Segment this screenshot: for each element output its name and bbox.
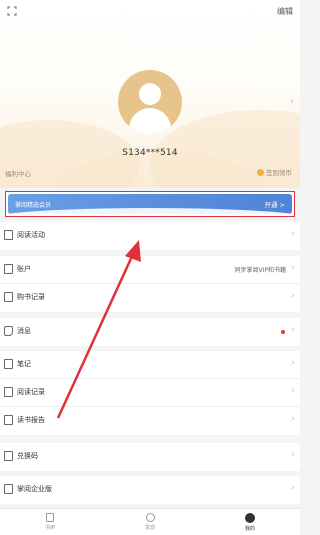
chevron-right-icon: › bbox=[291, 386, 295, 396]
menu-item-messages[interactable]: 消息 › bbox=[0, 318, 300, 346]
chevron-right-icon: › bbox=[291, 291, 295, 301]
menu-group-account: 账户 同步掌阅VIP和书籍 › 购书记录 › bbox=[0, 256, 300, 312]
chevron-right-icon: › bbox=[291, 263, 295, 273]
account-subtitle: 同步掌阅VIP和书籍 bbox=[234, 267, 287, 274]
chevron-right-icon[interactable]: › bbox=[290, 96, 294, 107]
menu-group-enterprise: 掌阅企业版 › bbox=[0, 476, 300, 504]
menu-label: 兑换码 bbox=[17, 452, 38, 460]
menu-label: 读书报告 bbox=[17, 416, 45, 424]
menu-group-messages: 消息 › bbox=[0, 318, 300, 346]
menu-item-notes[interactable]: 笔记 › bbox=[0, 351, 300, 379]
bottom-tab-bar: 书架 发现 我的 bbox=[0, 508, 300, 535]
message-icon bbox=[4, 326, 13, 336]
menu-group-reading: 笔记 › 阅读记录 › 读书报告 › bbox=[0, 351, 300, 435]
chevron-right-icon: › bbox=[291, 325, 295, 335]
tab-bookshelf[interactable]: 书架 bbox=[0, 509, 100, 535]
menu-item-purchase-records[interactable]: 购书记录 › bbox=[0, 284, 300, 312]
vip-label: 掌阅精选会员 bbox=[15, 202, 52, 209]
tab-label: 我的 bbox=[244, 526, 255, 532]
menu-label: 阅读记录 bbox=[17, 388, 45, 396]
welfare-center-link[interactable]: 福利中心 bbox=[5, 168, 31, 178]
compass-icon bbox=[145, 513, 155, 522]
profile-icon bbox=[245, 513, 255, 523]
avatar-body-shape bbox=[129, 108, 171, 134]
menu-item-reading-activity[interactable]: 阅读活动 › bbox=[0, 222, 300, 250]
menu-label: 购书记录 bbox=[17, 293, 45, 301]
ticket-icon bbox=[4, 451, 13, 461]
menu-group-activity: 阅读活动 › bbox=[0, 222, 300, 250]
menu-item-enterprise[interactable]: 掌阅企业版 › bbox=[0, 476, 300, 504]
checkin-button[interactable]: 签到领币 bbox=[257, 167, 292, 177]
vip-highlight-box: 掌阅精选会员 开通 > bbox=[5, 191, 295, 217]
coin-icon bbox=[257, 168, 264, 176]
tab-label: 书架 bbox=[44, 525, 55, 531]
account-icon bbox=[4, 264, 13, 274]
menu-label: 阅读活动 bbox=[17, 231, 45, 239]
unread-dot bbox=[281, 330, 285, 334]
avatar[interactable] bbox=[118, 70, 182, 134]
chevron-right-icon: › bbox=[291, 358, 295, 368]
history-icon bbox=[4, 387, 13, 397]
bookshelf-icon bbox=[46, 513, 54, 522]
menu-label: 掌阅企业版 bbox=[17, 485, 52, 493]
menu-label: 消息 bbox=[17, 327, 31, 335]
menu-item-reading-report[interactable]: 读书报告 › bbox=[0, 407, 300, 435]
profile-header: 编辑 › S134***514 福利中心 签到领币 bbox=[0, 0, 300, 188]
calendar-icon bbox=[4, 230, 13, 240]
book-icon bbox=[4, 292, 13, 302]
scan-icon[interactable] bbox=[7, 6, 17, 16]
username: S134***514 bbox=[122, 148, 178, 158]
chevron-right-icon: › bbox=[291, 229, 295, 239]
tab-mine[interactable]: 我的 bbox=[200, 509, 300, 535]
menu-group-redeem: 兑换码 › bbox=[0, 443, 300, 471]
checkin-label: 签到领币 bbox=[266, 169, 292, 177]
tab-discover[interactable]: 发现 bbox=[100, 509, 200, 535]
avatar-head-shape bbox=[139, 83, 161, 105]
note-icon bbox=[4, 359, 13, 369]
menu-item-redeem-code[interactable]: 兑换码 › bbox=[0, 443, 300, 471]
chevron-right-icon: › bbox=[291, 483, 295, 493]
chevron-right-icon: › bbox=[291, 414, 295, 424]
tab-label: 发现 bbox=[144, 525, 155, 531]
vip-banner[interactable]: 掌阅精选会员 开通 > bbox=[8, 194, 292, 214]
chevron-right-icon: › bbox=[291, 450, 295, 460]
edit-button[interactable]: 编辑 bbox=[277, 6, 293, 17]
menu-item-account[interactable]: 账户 同步掌阅VIP和书籍 › bbox=[0, 256, 300, 284]
vip-open-button[interactable]: 开通 > bbox=[264, 199, 285, 209]
enterprise-icon bbox=[4, 484, 13, 494]
report-icon bbox=[4, 415, 13, 425]
menu-item-reading-records[interactable]: 阅读记录 › bbox=[0, 379, 300, 407]
menu-label: 账户 bbox=[17, 265, 31, 273]
menu-label: 笔记 bbox=[17, 360, 31, 368]
